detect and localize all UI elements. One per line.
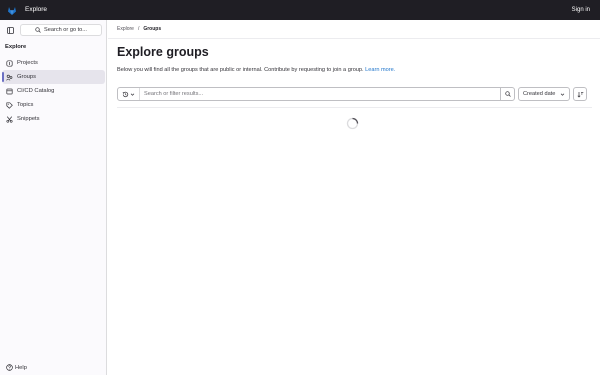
top-bar-title[interactable]: Explore (25, 0, 47, 20)
help-button[interactable]: Help (6, 364, 27, 371)
sort-lowest-icon (577, 91, 583, 97)
sort-dropdown[interactable]: Created date (518, 87, 570, 101)
search-filter-input[interactable]: Search or filter results... (140, 91, 500, 97)
sidebar-nav: Projects Groups CI/CD Catalog Topics Sni… (2, 56, 105, 126)
sidebar-item-projects[interactable]: Projects (2, 56, 105, 70)
page-description: Below you will find all the groups that … (117, 67, 395, 73)
sidebar-item-snippets[interactable]: Snippets (2, 112, 105, 126)
project-icon (6, 59, 13, 67)
group-icon (6, 74, 13, 81)
help-label: Help (15, 364, 27, 371)
sidebar-item-label: Groups (17, 74, 37, 80)
sidebar: Search or go to... Explore Projects Grou… (0, 20, 107, 375)
search-history-dropdown[interactable] (118, 88, 140, 100)
help-icon (6, 364, 13, 371)
chevron-down-icon (130, 93, 135, 96)
sort-direction-button[interactable] (573, 87, 587, 101)
sidebar-item-groups[interactable]: Groups (2, 70, 105, 84)
search-or-go-to-label: Search or go to... (44, 27, 87, 33)
main-content: Explore / Groups Explore groups Below yo… (108, 20, 600, 375)
breadcrumb-separator: / (137, 26, 140, 32)
catalog-icon (6, 88, 13, 95)
filter-bar: Search or filter results... Created date (117, 87, 592, 101)
gitlab-logo-icon[interactable] (7, 5, 17, 15)
sign-in-link[interactable]: Sign in (572, 0, 590, 20)
top-bar: Explore Sign in (0, 0, 600, 20)
breadcrumb-divider (108, 38, 600, 39)
sidebar-item-label: CI/CD Catalog (17, 88, 55, 94)
page-title: Explore groups (117, 45, 209, 59)
snippet-icon (6, 115, 13, 123)
sort-dropdown-label: Created date (523, 91, 556, 97)
learn-more-link[interactable]: Learn more. (365, 67, 395, 73)
search-submit-button[interactable] (500, 88, 514, 100)
sidebar-item-topics[interactable]: Topics (2, 98, 105, 112)
search-or-go-to-button[interactable]: Search or go to... (20, 24, 102, 36)
label-icon (6, 101, 13, 109)
sidebar-item-label: Projects (17, 60, 38, 66)
page-description-text: Below you will find all the groups that … (117, 67, 364, 73)
chevron-down-icon (560, 93, 565, 96)
sidebar-item-label: Topics (17, 102, 34, 108)
history-icon (122, 91, 129, 97)
sidebar-item-label: Snippets (17, 116, 40, 122)
sidebar-section-title: Explore (5, 44, 27, 50)
filtered-search: Search or filter results... (117, 87, 515, 101)
breadcrumb-current[interactable]: Groups (143, 26, 161, 32)
sidebar-item-ci-cd-catalog[interactable]: CI/CD Catalog (2, 84, 105, 98)
breadcrumb: Explore / Groups (117, 26, 161, 32)
loading-spinner-icon (346, 117, 359, 130)
breadcrumb-root-link[interactable]: Explore (117, 26, 134, 32)
sidebar-toggle-icon[interactable] (4, 24, 16, 36)
filter-divider (117, 107, 592, 108)
search-icon (504, 91, 511, 97)
search-icon (35, 27, 41, 33)
